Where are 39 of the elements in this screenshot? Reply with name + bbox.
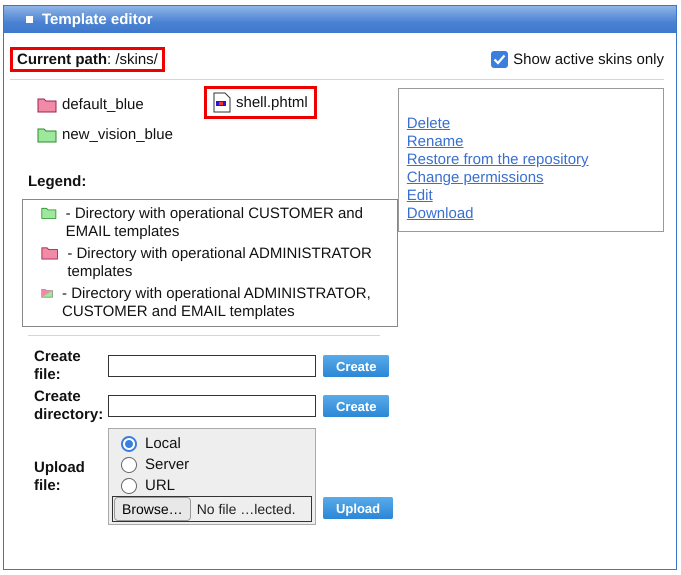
window-title: Template editor: [42, 11, 153, 28]
file-status: No file …lected.: [196, 501, 296, 517]
square-icon: [26, 16, 33, 23]
action-link[interactable]: Change permissions: [406, 169, 544, 187]
radio-label: URL: [145, 477, 176, 494]
radio-button[interactable]: [121, 478, 137, 494]
create-button[interactable]: Create: [323, 395, 390, 417]
field-label: Create directory:: [34, 388, 104, 424]
field-label: Create file:: [34, 348, 82, 384]
radio-label: Server: [145, 456, 190, 473]
legend-title: Legend:: [28, 173, 88, 190]
file-input[interactable]: Browse… No file …lected.: [112, 496, 312, 522]
folder-icon: [37, 96, 57, 112]
radio-button[interactable]: [121, 456, 137, 472]
file-list-item[interactable]: shell.phtml: [204, 86, 317, 119]
create-button[interactable]: Create: [323, 355, 390, 377]
field-label: Upload file:: [34, 458, 86, 494]
directory-name-field[interactable]: [108, 395, 316, 417]
checkbox[interactable]: [491, 51, 508, 68]
file-list-item[interactable]: default_blue: [34, 90, 147, 119]
action-link[interactable]: Edit: [406, 187, 433, 205]
upload-button[interactable]: Upload: [323, 497, 394, 519]
file-list-item[interactable]: new_vision_blue: [34, 120, 176, 149]
folder-icon: [37, 126, 57, 142]
legend-text: - Directory with operational ADMINISTRATOR, CUSTOMER and EMAIL templates: [62, 285, 372, 321]
radio-label: Local: [145, 435, 181, 452]
folder-icon: [41, 205, 57, 221]
legend-text: - Directory with operational CUSTOMER and EMAIL templates: [66, 205, 364, 241]
browse-button[interactable]: Browse…: [114, 497, 191, 521]
folder-icon: [41, 245, 58, 261]
legend-text: - Directory with operational ADMINISTRATOR templates: [67, 245, 373, 281]
current-path: Current path: /skins/: [10, 47, 165, 72]
file-icon: [213, 92, 231, 113]
file-name-field[interactable]: [108, 355, 316, 377]
radio-button[interactable]: [121, 436, 137, 452]
action-link[interactable]: Restore from the repository: [406, 151, 589, 169]
action-link[interactable]: Rename: [406, 133, 464, 151]
action-link[interactable]: Download: [406, 205, 474, 223]
action-link[interactable]: Delete: [406, 115, 450, 133]
